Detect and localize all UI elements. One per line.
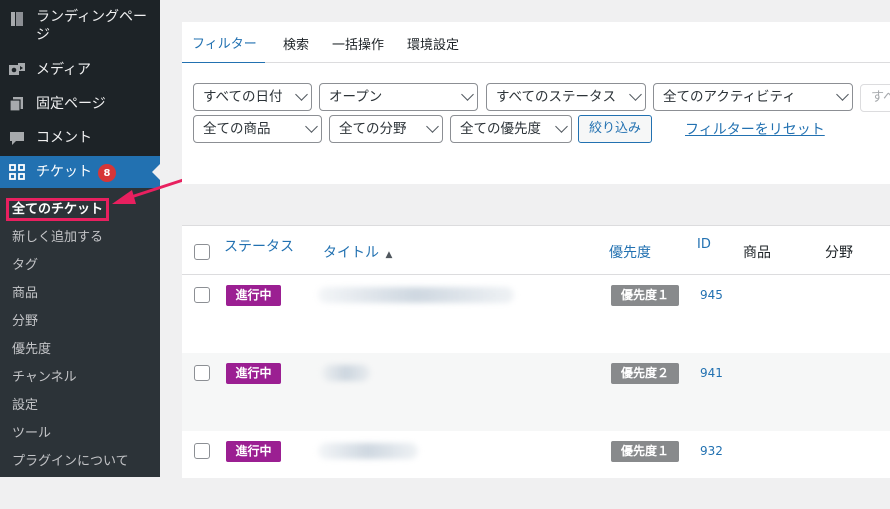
row-checkbox[interactable] [194, 287, 210, 303]
priority-badge: 優先度１ [611, 441, 679, 462]
submenu-item-settings[interactable]: 設定 [12, 397, 38, 415]
chevron-down-icon [555, 120, 568, 133]
admin-sidebar: ランディングページ メディア 固定ページ コメント チケット 8 全てのチケット… [0, 0, 160, 477]
table-row[interactable]: 進行中 優先度１ 945 [182, 275, 890, 353]
column-header-status[interactable]: ステータス [224, 236, 294, 256]
pages-icon [8, 95, 26, 113]
row-checkbox[interactable] [194, 365, 210, 381]
table-header: ステータス タイトル ▲ 優先度 ID 商品 分野 [182, 226, 890, 275]
book-icon [8, 10, 26, 28]
select-value: 全ての商品 [203, 121, 271, 137]
column-header-id[interactable]: ID [697, 237, 711, 252]
status-badge: 進行中 [226, 363, 281, 384]
ticket-id-link[interactable]: 945 [700, 288, 723, 302]
field-filter-select[interactable]: 全ての分野 [329, 115, 443, 143]
ticket-title-blurred[interactable] [318, 287, 514, 303]
status-badge: 進行中 [226, 285, 281, 306]
grid-icon [8, 163, 26, 181]
table-row[interactable]: 進行中 優先度２ 941 [182, 353, 890, 431]
submenu-item-channel[interactable]: チャンネル [12, 369, 77, 387]
chevron-down-icon [305, 120, 318, 133]
menu-item-comments[interactable]: コメント [0, 126, 160, 150]
menu-item-landing-page[interactable]: ランディングページ [0, 6, 160, 46]
submenu-item-priority[interactable]: 優先度 [12, 341, 51, 359]
menu-item-label: メディア [36, 62, 92, 78]
menu-item-media[interactable]: メディア [0, 58, 160, 82]
chevron-down-icon [629, 88, 642, 101]
menu-item-pages[interactable]: 固定ページ [0, 92, 160, 116]
tab-bulk-actions[interactable]: 一括操作 [332, 34, 384, 53]
tab-preferences[interactable]: 環境設定 [407, 34, 459, 53]
tab-search[interactable]: 検索 [283, 34, 309, 53]
submenu-item-tags[interactable]: タグ [12, 257, 38, 275]
reset-filter-link[interactable]: フィルターをリセット [685, 119, 825, 139]
menu-item-label: チケット [36, 164, 92, 180]
tickets-table: ステータス タイトル ▲ 優先度 ID 商品 分野 進行中 優先度１ 945 進… [182, 225, 890, 478]
priority-badge: 優先度２ [611, 363, 679, 384]
select-value: 全ての分野 [339, 121, 407, 137]
select-all-checkbox[interactable] [194, 244, 210, 260]
select-value: 全てのアクティビティ [663, 89, 796, 105]
apply-filter-button[interactable]: 絞り込み [578, 115, 652, 143]
column-header-field: 分野 [825, 245, 853, 261]
select-value: オープン [329, 89, 383, 105]
priority-filter-select[interactable]: 全ての優先度 [450, 115, 572, 143]
comment-icon [8, 129, 26, 147]
sort-ascending-icon: ▲ [385, 250, 393, 260]
column-header-label: タイトル [323, 245, 379, 261]
menu-item-label: ランディングページ [36, 9, 148, 43]
submenu-item-add-new[interactable]: 新しく追加する [12, 229, 103, 247]
media-icon [8, 61, 26, 79]
chevron-down-icon [295, 88, 308, 101]
search-input[interactable]: すべ [860, 84, 890, 112]
column-header-product: 商品 [743, 245, 771, 261]
submenu-item-tools[interactable]: ツール [12, 425, 51, 443]
select-value: 全ての優先度 [460, 121, 541, 137]
row-checkbox[interactable] [194, 443, 210, 459]
select-value: すべてのステータス [496, 89, 617, 105]
menu-item-label: コメント [36, 130, 92, 146]
tab-filter[interactable]: フィルター [182, 33, 265, 64]
date-filter-select[interactable]: すべての日付 [193, 83, 312, 111]
ticket-id-link[interactable]: 932 [700, 444, 723, 458]
menu-item-label: 固定ページ [36, 96, 106, 112]
ticket-submenu: 全てのチケット 新しく追加する タグ 商品 分野 優先度 チャンネル 設定 ツー… [0, 188, 160, 477]
ticket-title-blurred[interactable] [318, 443, 418, 459]
chevron-down-icon [836, 88, 849, 101]
chevron-down-icon [426, 120, 439, 133]
column-header-title[interactable]: タイトル ▲ [323, 242, 392, 262]
tab-bar: フィルター 検索 一括操作 環境設定 [182, 22, 890, 64]
submenu-item-fields[interactable]: 分野 [12, 313, 38, 331]
submenu-item-about-plugin[interactable]: プラグインについて [12, 453, 129, 471]
select-value: すべての日付 [203, 89, 283, 105]
ticket-title-blurred[interactable] [322, 365, 370, 381]
submenu-item-all-tickets[interactable]: 全てのチケット [6, 198, 110, 221]
activity-filter-select[interactable]: 全てのアクティビティ [653, 83, 853, 111]
priority-badge: 優先度１ [611, 285, 679, 306]
product-filter-select[interactable]: 全ての商品 [193, 115, 322, 143]
state-filter-select[interactable]: オープン [319, 83, 478, 111]
chevron-down-icon [461, 88, 474, 101]
column-header-priority[interactable]: 優先度 [609, 242, 651, 262]
status-filter-select[interactable]: すべてのステータス [486, 83, 646, 111]
table-row[interactable]: 進行中 優先度１ 932 [182, 431, 890, 509]
status-badge: 進行中 [226, 441, 281, 462]
submenu-item-products[interactable]: 商品 [12, 285, 38, 303]
ticket-id-link[interactable]: 941 [700, 366, 723, 380]
